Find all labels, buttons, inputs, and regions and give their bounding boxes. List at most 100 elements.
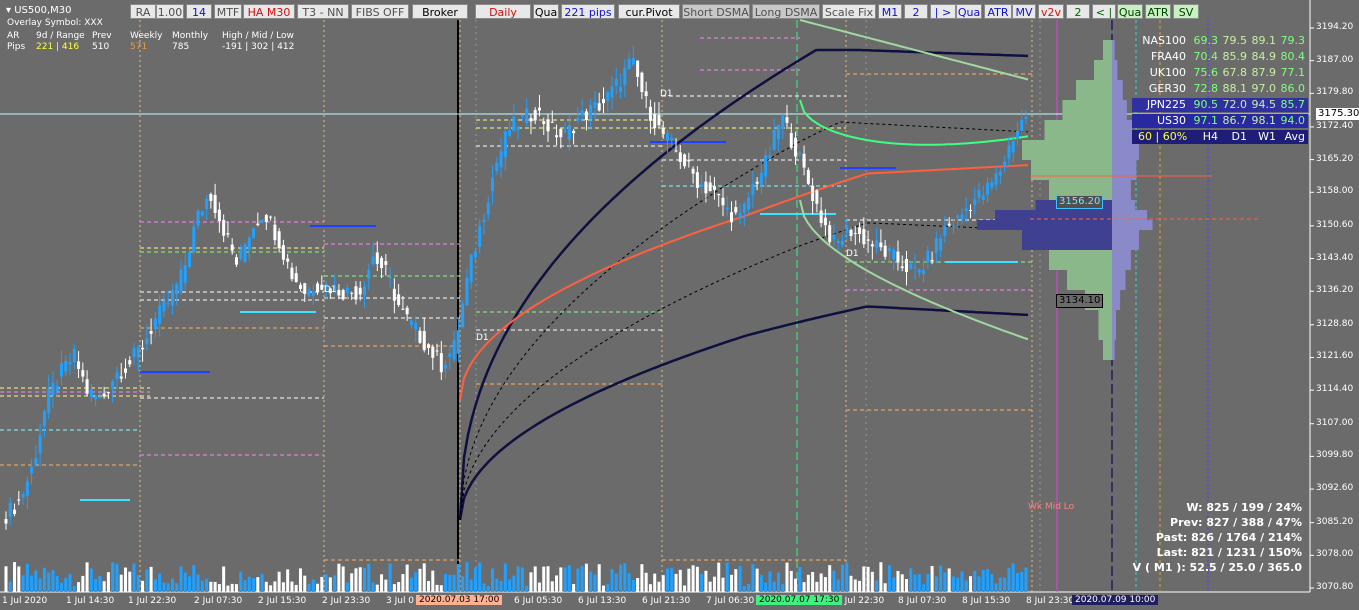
toolbar-button-26[interactable]: SV (1173, 4, 1199, 19)
toolbar-button-17[interactable]: | > (930, 4, 956, 19)
candle-body (738, 212, 742, 219)
candle-body (388, 277, 392, 279)
volume-bar (683, 585, 687, 592)
toolbar-button-3[interactable]: MTF (214, 4, 242, 19)
volume-profile-bar (1103, 40, 1112, 60)
toolbar-button-25[interactable]: ATR (1145, 4, 1171, 19)
volume-bar (94, 579, 98, 592)
time-tick-label: 2 Jul 15:30 (258, 596, 307, 606)
toolbar-button-24[interactable]: Qua (1117, 4, 1143, 19)
candle-body (747, 197, 751, 210)
candle-body (256, 223, 260, 226)
toolbar-button-20[interactable]: MV (1012, 4, 1036, 19)
candle-body (520, 115, 524, 117)
candle-body (298, 284, 302, 289)
toolbar-button-0[interactable]: RA (130, 4, 156, 19)
volume-bar (341, 566, 345, 592)
candle-body (200, 211, 204, 216)
volume-bar (956, 577, 960, 592)
toolbar-button-12[interactable]: Short DSMA (682, 4, 750, 19)
candle-body (102, 393, 106, 397)
toolbar-button-6[interactable]: FIBS OFF (351, 4, 409, 19)
volume-bar (123, 567, 127, 592)
toolbar-button-23[interactable]: < | (1092, 4, 1116, 19)
candle-body (42, 411, 46, 427)
volume-bar (17, 566, 21, 592)
volume-bar (960, 571, 964, 592)
candle-body (354, 286, 358, 300)
volume-profile-bar (1049, 250, 1112, 270)
candle-body (776, 124, 780, 140)
toolbar-button-4[interactable]: HA M30 (243, 4, 295, 19)
toolbar-button-14[interactable]: Scale Fix (822, 4, 876, 19)
volume-bar (298, 568, 302, 592)
volume-bar (85, 562, 89, 592)
volume-bar (832, 570, 836, 592)
candle-body (226, 233, 230, 235)
strength-col-label: D1 (1231, 130, 1247, 143)
toolbar-button-19[interactable]: ATR (984, 4, 1012, 19)
candle-body (55, 386, 59, 392)
toolbar-button-11[interactable]: cur.Pivot (618, 4, 680, 19)
candle-body (72, 348, 76, 363)
volume-bar (559, 567, 563, 592)
volume-bar (640, 564, 644, 592)
toolbar-button-7[interactable]: Broker (412, 4, 468, 19)
candle-body (704, 181, 708, 194)
candle-body (1020, 119, 1024, 132)
candle-body (631, 58, 635, 65)
strength-col-label: H4 (1202, 130, 1218, 143)
volume-bar (913, 574, 917, 592)
strength-row: JPN225 90.5 72.0 94.5 85.7 (1132, 98, 1308, 112)
volume-bar (597, 564, 601, 592)
toolbar-button-2[interactable]: 14 (186, 4, 212, 19)
candle-body (930, 260, 934, 262)
toolbar-button-22[interactable]: 2 (1066, 4, 1090, 19)
candle-body (913, 267, 917, 269)
candle-body (610, 86, 614, 98)
candle-body (960, 214, 964, 219)
toolbar-button-8[interactable]: Daily (475, 4, 531, 19)
chevron-down-icon[interactable]: ▾ (6, 5, 11, 16)
candle-body (392, 288, 396, 301)
volume-bar (636, 578, 640, 592)
volume-bar (132, 563, 136, 592)
prev-value: 510 (92, 42, 110, 52)
volume-bar (136, 575, 140, 592)
price-marker-box: 3134.10 (1056, 294, 1104, 308)
candle-body (828, 225, 832, 243)
toolbar-button-13[interactable]: Long DSMA (752, 4, 820, 19)
candle-body (811, 185, 815, 202)
stat-line: V ( M1 ): 52.5 / 25.0 / 365.0 (1132, 561, 1302, 574)
volume-bar (222, 566, 226, 592)
toolbar-button-9[interactable]: Qua (533, 4, 559, 19)
index-value: 80.4 (1280, 50, 1306, 63)
volume-bar (21, 575, 25, 592)
candle-body (1015, 131, 1019, 139)
toolbar-button-1[interactable]: 1.00 (156, 4, 184, 19)
candle-body (550, 121, 554, 123)
price-marker-box: 3156.20 (1056, 195, 1104, 209)
weekly-value: 571 (130, 42, 148, 52)
toolbar-button-16[interactable]: 2 (904, 4, 928, 19)
toolbar-button-15[interactable]: M1 (878, 4, 902, 19)
volume-bar (555, 575, 559, 592)
volume-bar (59, 582, 63, 592)
volume-bar (405, 564, 409, 592)
volume-bar (537, 582, 541, 592)
toolbar-button-5[interactable]: T3 - NN (297, 4, 349, 19)
volume-bar (34, 570, 38, 592)
volume-bar (478, 562, 482, 592)
volume-profile-bar (1022, 140, 1112, 160)
candle-body (973, 199, 977, 205)
stat-line: Prev: 827 / 388 / 47% (1170, 516, 1302, 529)
volume-bar (294, 584, 298, 592)
volume-bar (358, 567, 362, 592)
toolbar-button-10[interactable]: 221 pips (561, 4, 615, 19)
volume-bar (482, 583, 486, 592)
toolbar-button-21[interactable]: v2v (1038, 4, 1064, 19)
volume-bar (657, 581, 661, 592)
volume-profile-right (1112, 310, 1117, 340)
candle-body (700, 184, 704, 187)
toolbar-button-18[interactable]: Qua (956, 4, 982, 19)
